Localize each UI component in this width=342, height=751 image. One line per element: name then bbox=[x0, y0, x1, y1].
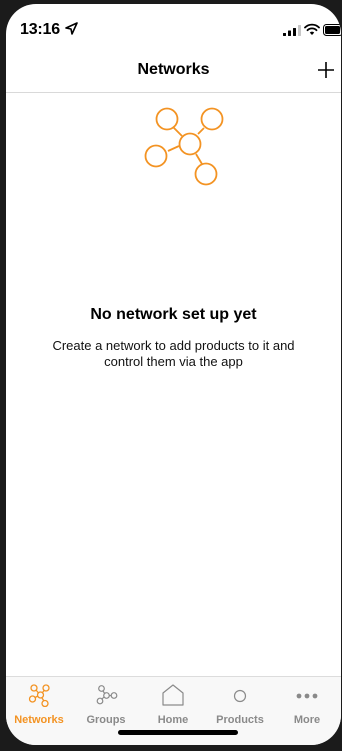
phone-screen: 13:16 Networks No network set up yet Cre… bbox=[6, 4, 341, 745]
navigation-bar: Networks bbox=[6, 48, 341, 93]
wifi-icon bbox=[304, 23, 320, 35]
home-indicator[interactable] bbox=[118, 730, 238, 735]
status-bar: 13:16 bbox=[6, 4, 341, 46]
status-time: 13:16 bbox=[20, 21, 60, 38]
tab-label: Networks bbox=[14, 714, 64, 726]
tab-products[interactable]: Products bbox=[207, 683, 273, 729]
signal-icon bbox=[283, 25, 301, 36]
tab-home[interactable]: Home bbox=[140, 683, 206, 729]
tab-networks[interactable]: Networks bbox=[6, 683, 72, 729]
location-arrow-icon bbox=[65, 22, 78, 35]
page-title: Networks bbox=[137, 61, 210, 78]
tab-label: Groups bbox=[86, 714, 126, 726]
tab-groups[interactable]: Groups bbox=[73, 683, 139, 729]
battery-icon bbox=[323, 24, 341, 36]
tab-more[interactable]: More bbox=[274, 683, 340, 729]
product-circle-icon bbox=[233, 689, 247, 703]
more-dots-icon bbox=[296, 693, 318, 699]
plus-icon bbox=[318, 62, 334, 78]
tab-label: Products bbox=[216, 714, 264, 726]
home-icon bbox=[162, 684, 184, 706]
empty-state-description: Create a network to add products to it a… bbox=[52, 338, 295, 369]
groups-icon bbox=[96, 685, 118, 705]
empty-state-title: No network set up yet bbox=[90, 306, 257, 323]
network-nodes-icon bbox=[28, 684, 50, 707]
add-network-button[interactable] bbox=[314, 58, 338, 82]
network-nodes-icon bbox=[144, 107, 224, 186]
tab-label: Home bbox=[157, 714, 189, 726]
tab-label: More bbox=[293, 714, 321, 726]
